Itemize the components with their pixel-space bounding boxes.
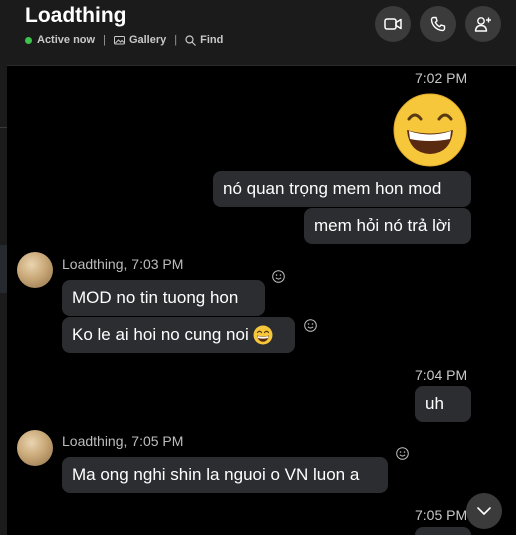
gallery-link[interactable]: Gallery <box>113 34 167 46</box>
incoming-message[interactable]: Ma ong nghi shin la nguoi o VN luon a <box>62 457 388 493</box>
sender-timestamp: Loadthing, 7:05 PM <box>62 433 184 449</box>
gallery-icon <box>113 36 125 45</box>
active-status-text: Active now <box>37 34 96 46</box>
scroll-to-bottom-button[interactable] <box>466 493 502 529</box>
chat-header: Loadthing Active now | Gallery | Find <box>0 0 516 66</box>
outgoing-message[interactable] <box>415 527 471 535</box>
separator: | <box>174 34 178 46</box>
outgoing-message[interactable]: uh <box>415 386 471 422</box>
chevron-down-icon <box>477 507 491 515</box>
find-label: Find <box>200 34 224 46</box>
sender-timestamp: Loadthing, 7:03 PM <box>62 256 184 272</box>
avatar[interactable] <box>17 252 53 288</box>
add-people-button[interactable] <box>465 6 501 42</box>
smiley-react-icon[interactable] <box>272 270 285 283</box>
grinning-emoji-icon <box>253 325 273 345</box>
incoming-message[interactable]: Ko le ai hoi no cung noi <box>62 317 295 353</box>
outgoing-message[interactable]: mem hỏi nó trả lời <box>304 208 471 244</box>
conversation-list-edge <box>0 65 7 535</box>
search-icon <box>185 34 197 46</box>
find-link[interactable]: Find <box>185 34 223 46</box>
message-timestamp: 7:05 PM <box>415 507 468 523</box>
separator: | <box>103 34 106 46</box>
divider <box>0 127 7 128</box>
smiley-react-icon[interactable] <box>304 319 317 332</box>
message-timestamp: 7:02 PM <box>415 70 468 86</box>
gallery-label: Gallery <box>128 34 167 46</box>
active-status-dot <box>25 36 32 44</box>
selected-conversation-marker <box>0 245 7 293</box>
add-person-icon <box>474 17 491 32</box>
chat-title[interactable]: Loadthing <box>25 4 126 28</box>
message-timestamp: 7:04 PM <box>415 367 468 383</box>
grinning-emoji-icon <box>393 93 467 167</box>
incoming-message[interactable]: MOD no tin tuong hon <box>62 280 265 316</box>
avatar[interactable] <box>17 430 53 466</box>
chat-subbar: Active now | Gallery | Find <box>25 33 223 47</box>
smiley-react-icon[interactable] <box>396 447 409 460</box>
outgoing-message[interactable]: nó quan trọng mem hon mod <box>213 171 471 207</box>
phone-call-icon <box>430 16 446 32</box>
audio-call-button[interactable] <box>420 6 456 42</box>
video-call-icon <box>384 18 402 30</box>
video-call-button[interactable] <box>375 6 411 42</box>
incoming-message-text: Ko le ai hoi no cung noi <box>72 325 249 344</box>
